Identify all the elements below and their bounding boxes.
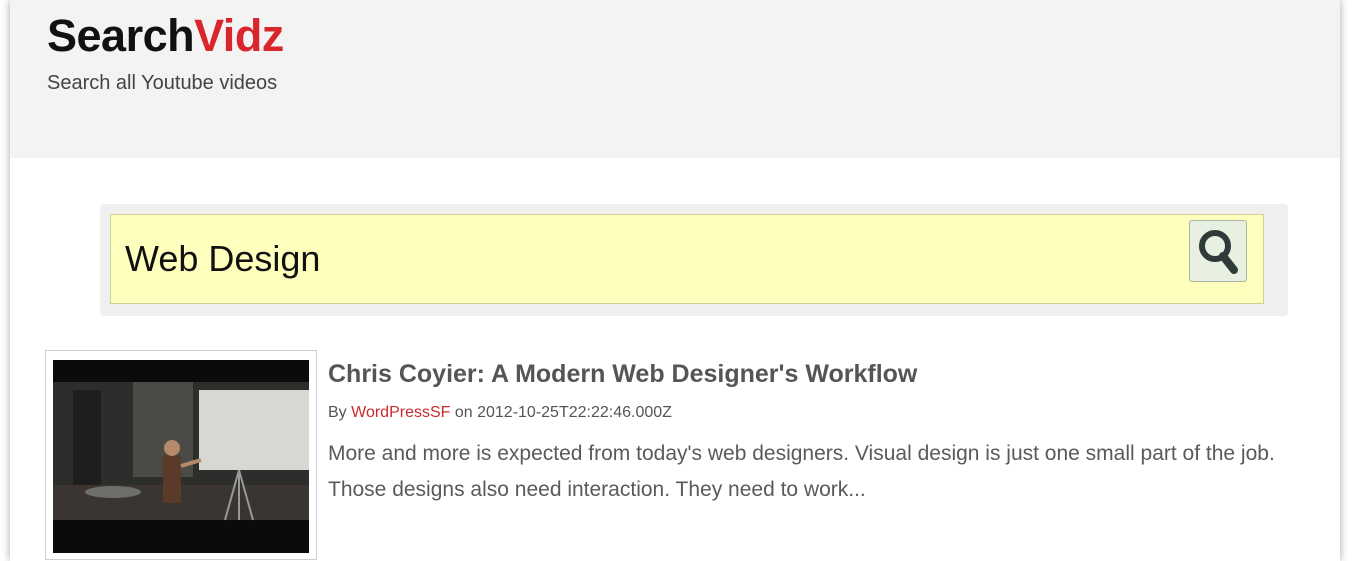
search-button[interactable] [1189, 220, 1247, 282]
by-label: By [328, 404, 347, 421]
search-box [110, 214, 1264, 304]
author-link[interactable]: WordPressSF [351, 404, 450, 421]
browser-page: SearchVidz Search all Youtube videos Web… [10, 0, 1340, 561]
video-result: Chris Coyier: A Modern Web Designer's Wo… [45, 350, 1335, 561]
site-header: SearchVidz Search all Youtube videos [10, 0, 1340, 158]
video-thumbnail[interactable] [45, 350, 317, 560]
on-label: on [454, 404, 473, 421]
logo-word-search: Search [47, 10, 195, 61]
search-bar [100, 204, 1288, 316]
site-logo[interactable]: SearchVidz [47, 10, 284, 62]
search-input[interactable] [125, 235, 1175, 283]
video-meta: By WordPressSF on 2012-10-25T22:22:46.00… [328, 404, 672, 422]
video-thumbnail-image [53, 360, 309, 553]
video-description: More and more is expected from today's w… [328, 442, 1275, 501]
magnifier-icon [1199, 230, 1238, 274]
video-title-link[interactable]: Chris Coyier: A Modern Web Designer's Wo… [328, 360, 917, 389]
publish-date: 2012-10-25T22:22:46.000Z [477, 404, 672, 421]
site-tagline: Search all Youtube videos [47, 72, 278, 94]
logo-word-vidz: Vidz [194, 10, 284, 61]
